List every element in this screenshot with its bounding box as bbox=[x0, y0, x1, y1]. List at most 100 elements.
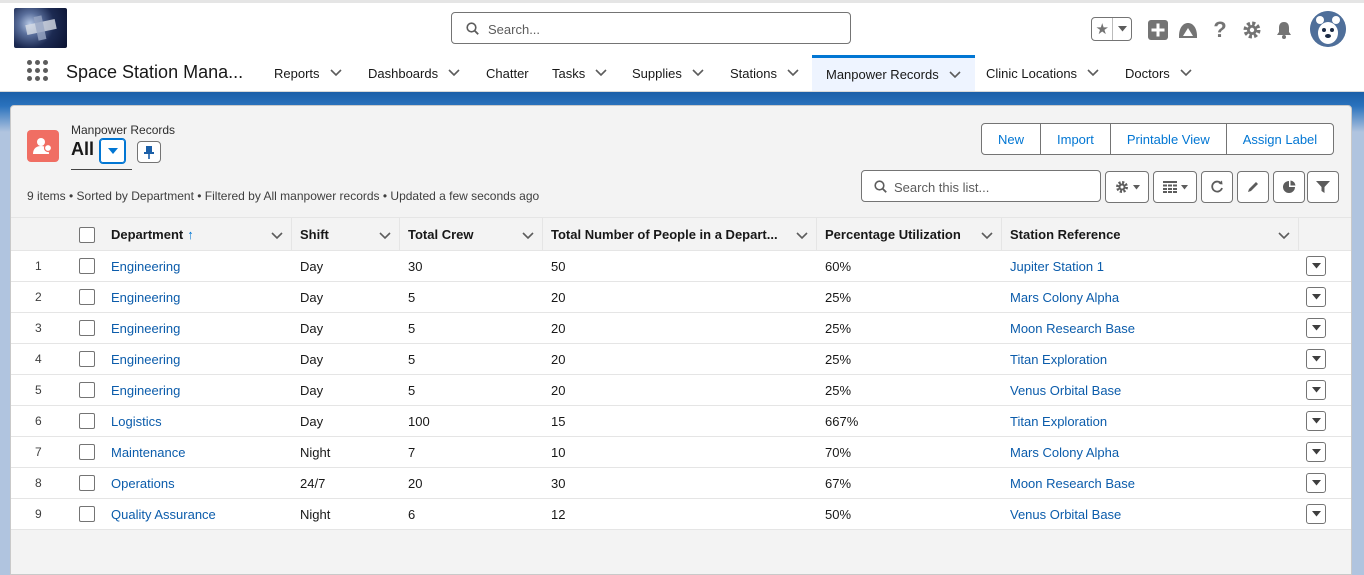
column-header-percentage-utilization[interactable]: Percentage Utilization bbox=[817, 218, 1002, 251]
chevron-down-icon[interactable] bbox=[1087, 69, 1099, 77]
row-checkbox[interactable] bbox=[79, 258, 95, 274]
row-actions-menu-button[interactable] bbox=[1306, 411, 1326, 431]
shift-cell: Day bbox=[300, 289, 324, 305]
import-button[interactable]: Import bbox=[1041, 124, 1111, 154]
select-all-checkbox[interactable] bbox=[79, 226, 95, 243]
column-header-department[interactable]: Department ↑ bbox=[103, 218, 292, 251]
station-reference-link[interactable]: Venus Orbital Base bbox=[1010, 375, 1121, 405]
row-checkbox[interactable] bbox=[79, 506, 95, 522]
station-reference-link[interactable]: Moon Research Base bbox=[1010, 313, 1135, 343]
row-actions-menu-button[interactable] bbox=[1306, 380, 1326, 400]
help-icon[interactable]: ? bbox=[1208, 17, 1232, 42]
nav-item-doctors[interactable]: Doctors bbox=[1125, 55, 1192, 91]
station-reference-link[interactable]: Titan Exploration bbox=[1010, 344, 1107, 374]
star-icon[interactable]: ★ bbox=[1092, 18, 1114, 40]
printable-view-button[interactable]: Printable View bbox=[1111, 124, 1227, 154]
chevron-down-icon[interactable] bbox=[448, 69, 460, 77]
row-select-cell bbox=[79, 437, 95, 467]
station-reference-link[interactable]: Venus Orbital Base bbox=[1010, 499, 1121, 529]
new-button[interactable]: New bbox=[982, 124, 1042, 154]
sort-ascending-icon: ↑ bbox=[187, 227, 194, 242]
chevron-down-icon[interactable] bbox=[1113, 18, 1131, 40]
row-checkbox[interactable] bbox=[79, 444, 95, 460]
chevron-down-icon[interactable] bbox=[271, 228, 283, 243]
station-reference-link[interactable]: Moon Research Base bbox=[1010, 468, 1135, 498]
chevron-down-icon[interactable] bbox=[329, 69, 342, 77]
row-actions-menu-button[interactable] bbox=[1306, 504, 1326, 524]
org-logo[interactable] bbox=[14, 8, 67, 48]
chevron-down-icon[interactable] bbox=[595, 69, 607, 77]
refresh-button[interactable] bbox=[1201, 171, 1233, 203]
column-header-total-people[interactable]: Total Number of People in a Depart... bbox=[543, 218, 817, 251]
column-header-station-reference[interactable]: Station Reference bbox=[1002, 218, 1299, 251]
chevron-down-icon[interactable] bbox=[1278, 228, 1290, 243]
row-actions-menu-button[interactable] bbox=[1306, 473, 1326, 493]
chevron-down-icon[interactable] bbox=[379, 228, 391, 243]
row-checkbox[interactable] bbox=[79, 320, 95, 336]
trailhead-icon[interactable] bbox=[1176, 18, 1200, 42]
global-search[interactable] bbox=[451, 12, 851, 44]
nav-item-chatter[interactable]: Chatter bbox=[486, 55, 529, 91]
station-reference-link[interactable]: Jupiter Station 1 bbox=[1010, 251, 1104, 281]
pin-list-view-button[interactable] bbox=[137, 141, 161, 163]
table-body: 1 Engineering Day 30 50 60% Jupiter Station 12… bbox=[11, 251, 1351, 530]
column-header-total-crew[interactable]: Total Crew bbox=[400, 218, 543, 251]
station-reference-link[interactable]: Mars Colony Alpha bbox=[1010, 437, 1119, 467]
department-link[interactable]: Logistics bbox=[111, 406, 162, 436]
nav-item-stations[interactable]: Stations bbox=[730, 55, 799, 91]
department-link[interactable]: Engineering bbox=[111, 375, 180, 405]
list-search-input[interactable] bbox=[894, 177, 1094, 197]
row-checkbox[interactable] bbox=[79, 289, 95, 305]
row-actions-menu-button[interactable] bbox=[1306, 287, 1326, 307]
row-checkbox[interactable] bbox=[79, 475, 95, 491]
department-link[interactable]: Engineering bbox=[111, 344, 180, 374]
station-reference-link[interactable]: Titan Exploration bbox=[1010, 406, 1107, 436]
row-checkbox[interactable] bbox=[79, 382, 95, 398]
nav-item-dashboards[interactable]: Dashboards bbox=[368, 55, 460, 91]
list-search[interactable] bbox=[861, 170, 1101, 202]
column-header-shift[interactable]: Shift bbox=[292, 218, 400, 251]
filter-button[interactable] bbox=[1307, 171, 1339, 203]
nav-item-supplies[interactable]: Supplies bbox=[632, 55, 704, 91]
user-avatar[interactable] bbox=[1310, 11, 1346, 47]
chevron-down-icon[interactable] bbox=[692, 69, 704, 77]
utilization-cell: 25% bbox=[825, 382, 852, 398]
chevron-down-icon[interactable] bbox=[949, 70, 961, 79]
app-launcher-icon[interactable] bbox=[27, 60, 49, 82]
department-link[interactable]: Engineering bbox=[111, 282, 180, 312]
department-link[interactable]: Engineering bbox=[111, 313, 180, 343]
row-actions-menu-button[interactable] bbox=[1306, 349, 1326, 369]
add-icon[interactable] bbox=[1146, 18, 1170, 42]
row-actions-menu-button[interactable] bbox=[1306, 256, 1326, 276]
chevron-down-icon[interactable] bbox=[1180, 69, 1192, 77]
nav-item-tasks[interactable]: Tasks bbox=[552, 55, 607, 91]
list-settings-button[interactable] bbox=[1105, 171, 1149, 203]
inline-edit-button[interactable] bbox=[1237, 171, 1269, 203]
assign-label-button[interactable]: Assign Label bbox=[1227, 124, 1333, 154]
row-actions-menu-button[interactable] bbox=[1306, 318, 1326, 338]
list-view-picker-button[interactable] bbox=[99, 138, 126, 164]
notifications-bell-icon[interactable] bbox=[1272, 18, 1296, 42]
gear-icon[interactable] bbox=[1240, 18, 1264, 42]
row-checkbox[interactable] bbox=[79, 413, 95, 429]
department-link[interactable]: Maintenance bbox=[111, 437, 185, 467]
department-link[interactable]: Engineering bbox=[111, 251, 180, 281]
global-search-input[interactable] bbox=[488, 19, 828, 39]
display-as-button[interactable] bbox=[1153, 171, 1197, 203]
row-actions-menu-button[interactable] bbox=[1306, 442, 1326, 462]
department-link[interactable]: Quality Assurance bbox=[111, 499, 216, 529]
row-actions-cell bbox=[1306, 251, 1326, 281]
row-number: 7 bbox=[35, 445, 42, 459]
chevron-down-icon[interactable] bbox=[787, 69, 799, 77]
chevron-down-icon[interactable] bbox=[522, 228, 534, 243]
row-checkbox[interactable] bbox=[79, 351, 95, 367]
station-reference-link[interactable]: Mars Colony Alpha bbox=[1010, 282, 1119, 312]
charts-button[interactable] bbox=[1273, 171, 1305, 203]
nav-item-clinic-locations[interactable]: Clinic Locations bbox=[986, 55, 1099, 91]
nav-item-manpower-records[interactable]: Manpower Records bbox=[812, 55, 975, 91]
nav-item-reports[interactable]: Reports bbox=[274, 55, 342, 91]
department-link[interactable]: Operations bbox=[111, 468, 175, 498]
chevron-down-icon[interactable] bbox=[796, 228, 808, 243]
chevron-down-icon[interactable] bbox=[981, 228, 993, 243]
favorites-button-group[interactable]: ★ bbox=[1091, 17, 1132, 41]
